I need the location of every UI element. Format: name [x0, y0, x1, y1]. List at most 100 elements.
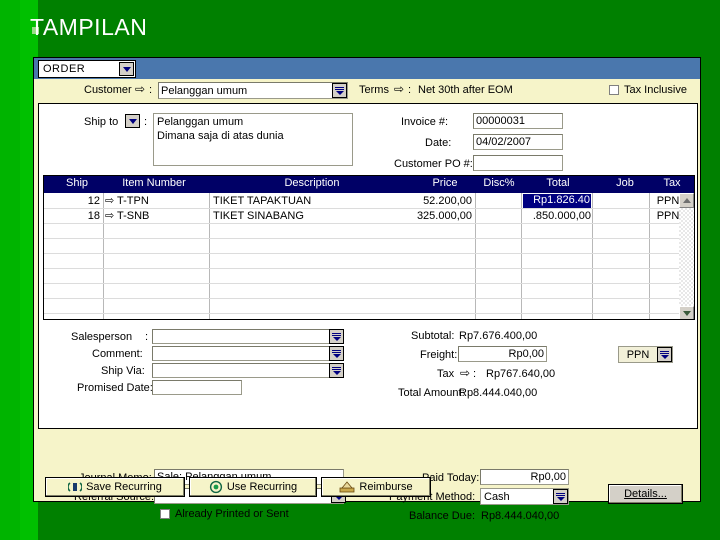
- grid-col-description[interactable]: Description: [212, 177, 412, 189]
- use-recurring-button[interactable]: Use Recurring: [189, 477, 317, 497]
- already-printed-checkbox[interactable]: [160, 509, 170, 519]
- order-detail-panel: Ship to : Pelanggan umum Dimana saja di …: [38, 103, 698, 429]
- tax-arrow-icon[interactable]: ⇨: [460, 366, 470, 380]
- invoice-number-label: Invoice #:: [401, 116, 449, 128]
- row-total: .850.000,00: [532, 210, 591, 222]
- use-recurring-label: Use Recurring: [226, 481, 298, 493]
- salesperson-label: Salesperson: [71, 331, 133, 343]
- tax-inclusive-checkbox[interactable]: [609, 85, 619, 95]
- invoice-number-value: 00000031: [476, 115, 525, 127]
- ship-via-label: Ship Via:: [101, 365, 145, 377]
- ship-to-line2: Dimana saja di atas dunia: [157, 130, 284, 142]
- row-price: 52.200,00: [423, 195, 472, 207]
- row-description: TIKET TAPAKTUAN: [213, 195, 312, 207]
- ship-to-dropdown-icon[interactable]: [125, 114, 140, 128]
- transaction-type-select[interactable]: ORDER: [38, 60, 136, 78]
- grid-scrollbar[interactable]: [679, 193, 694, 319]
- date-value: 04/02/2007: [476, 136, 532, 148]
- customer-po-field[interactable]: [473, 155, 563, 171]
- grid-col-ship[interactable]: Ship: [52, 177, 102, 189]
- header-band: Customer ⇨ : Pelanggan umum Terms ⇨ : Ne…: [34, 79, 700, 102]
- details-button[interactable]: Details...: [608, 484, 683, 504]
- payment-method-select[interactable]: Cash: [480, 488, 569, 505]
- ship-to-address-field[interactable]: Pelanggan umum Dimana saja di atas dunia: [153, 113, 353, 166]
- subtotal-label: Subtotal:: [411, 330, 455, 342]
- freight-label: Freight:: [420, 349, 458, 361]
- triangle-down-icon[interactable]: [679, 306, 694, 319]
- paid-today-value: Rp0,00: [530, 471, 566, 483]
- grid-col-price[interactable]: Price: [414, 177, 476, 189]
- ship-to-line1: Pelanggan umum: [157, 116, 244, 128]
- order-window: ORDER Customer ⇨ : Pelanggan umum Terms …: [33, 57, 701, 522]
- terms-colon: :: [408, 84, 412, 96]
- row-description: TIKET SINABANG: [213, 210, 304, 222]
- paid-today-field[interactable]: Rp0,00: [480, 469, 569, 485]
- customer-field[interactable]: Pelanggan umum: [158, 82, 348, 99]
- customer-value: Pelanggan umum: [161, 84, 248, 97]
- payment-method-value: Cash: [484, 490, 510, 503]
- tax-inclusive-label: Tax Inclusive: [624, 84, 687, 96]
- save-recurring-button[interactable]: Save Recurring: [45, 477, 185, 497]
- grid-header-row: Ship Item Number Description Price Disc%…: [44, 176, 694, 193]
- grid-col-job[interactable]: Job: [594, 177, 656, 189]
- row-item-number: T-TPN: [117, 195, 149, 207]
- subtotal-value: Rp7.676.400,00: [459, 330, 538, 342]
- tax-value: Rp767.640,00: [486, 368, 556, 380]
- terms-value: Net 30th after EOM: [418, 84, 513, 96]
- use-recurring-icon: [209, 480, 222, 494]
- comment-dropdown-icon[interactable]: [329, 346, 344, 361]
- promised-date-label: Promised Date:: [77, 382, 153, 394]
- ship-via-dropdown-icon[interactable]: [329, 363, 344, 378]
- grid-col-tax[interactable]: Tax: [652, 177, 692, 189]
- balance-due-value: Rp8.444.040,00: [481, 510, 560, 522]
- row-price: 325.000,00: [416, 210, 472, 222]
- row-ship: 12: [87, 195, 100, 207]
- slide-title: TAMPILAN: [30, 14, 148, 40]
- salesperson-dropdown-icon[interactable]: [329, 329, 344, 344]
- terms-label: Terms: [359, 84, 389, 96]
- reimburse-button[interactable]: Reimburse: [321, 477, 431, 497]
- ship-to-label: Ship to: [84, 116, 119, 128]
- triangle-up-icon[interactable]: [679, 193, 694, 208]
- row-total: Rp1.826.40: [523, 194, 591, 208]
- save-recurring-icon: [68, 482, 83, 492]
- row-item-number: T-SNB: [117, 210, 150, 222]
- details-button-label: Details...: [624, 488, 667, 500]
- date-label: Date:: [425, 137, 452, 149]
- save-recurring-label: Save Recurring: [86, 481, 162, 493]
- reimburse-label: Reimburse: [359, 481, 413, 493]
- freight-field[interactable]: Rp0,00: [458, 346, 547, 362]
- tax-code-dropdown-icon[interactable]: [657, 347, 672, 362]
- row-item-arrow-icon[interactable]: ⇨: [105, 209, 114, 222]
- customer-po-label: Customer PO #:: [394, 158, 473, 170]
- row-ship: 18: [87, 210, 100, 222]
- salesperson-colon: :: [145, 331, 149, 343]
- tax-code-select[interactable]: PPN: [618, 346, 673, 363]
- line-items-grid: Ship Item Number Description Price Disc%…: [43, 175, 695, 320]
- transaction-type-value: ORDER: [43, 63, 86, 75]
- promised-date-field[interactable]: [152, 380, 242, 395]
- freight-value: Rp0,00: [508, 348, 544, 360]
- invoice-number-field[interactable]: 00000031: [473, 113, 563, 129]
- row-item-arrow-icon[interactable]: ⇨: [105, 194, 114, 207]
- payment-method-dropdown-icon[interactable]: [553, 489, 568, 504]
- already-printed-label: Already Printed or Sent: [175, 508, 289, 520]
- customer-label: Customer: [84, 84, 132, 96]
- customer-arrow-icon[interactable]: ⇨: [135, 82, 145, 96]
- customer-dropdown-icon[interactable]: [332, 83, 347, 98]
- salesperson-field[interactable]: [152, 329, 342, 344]
- grid-scrollbar-track[interactable]: [679, 208, 694, 306]
- slide-left-band-dark: [0, 0, 20, 540]
- tax-colon: :: [473, 368, 477, 380]
- tax-code-value: PPN: [626, 348, 650, 361]
- grid-col-total[interactable]: Total: [522, 177, 594, 189]
- grid-col-item-number[interactable]: Item Number: [106, 177, 202, 189]
- customer-colon: :: [149, 84, 153, 96]
- reimburse-icon: [340, 481, 355, 493]
- chevron-down-icon[interactable]: [119, 62, 134, 76]
- date-field[interactable]: 04/02/2007: [473, 134, 563, 150]
- grid-col-disc[interactable]: Disc%: [476, 177, 522, 189]
- comment-field[interactable]: [152, 346, 342, 361]
- ship-via-field[interactable]: [152, 363, 342, 378]
- terms-arrow-icon[interactable]: ⇨: [394, 82, 404, 96]
